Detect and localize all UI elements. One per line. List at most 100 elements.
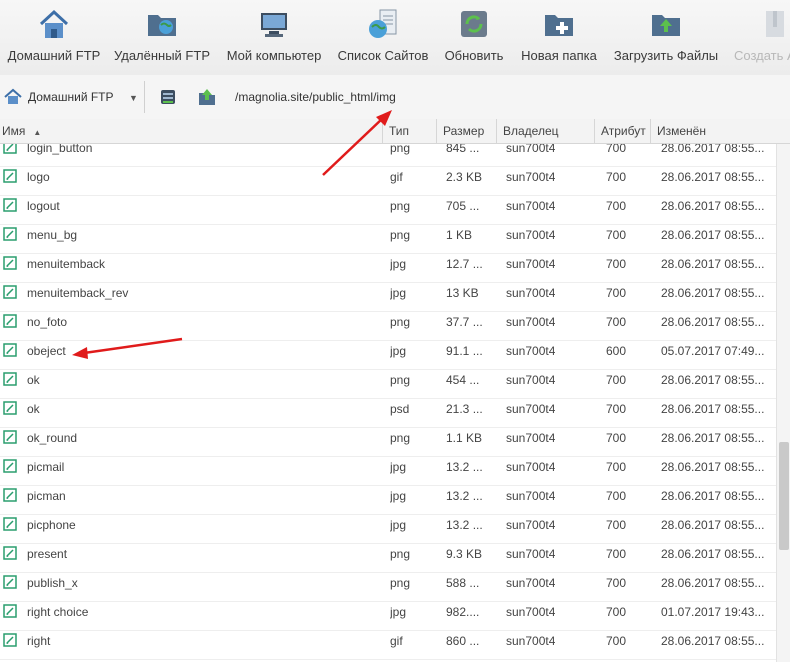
file-attr-cell: 700 [606,402,627,416]
my-computer-button[interactable]: Мой компьютер [218,0,330,75]
file-name: picphone [27,518,76,532]
file-name-cell: login_button [0,144,380,165]
remote-ftp-button[interactable]: Удалённый FTP [108,0,216,75]
file-type-cell: gif [390,634,403,648]
file-type-cell: jpg [390,344,407,358]
column-type[interactable]: Тип [382,119,436,143]
file-type-cell: jpg [390,286,407,300]
file-attr-cell: 700 [606,605,627,619]
file-size-cell: 1.1 KB [446,431,483,445]
file-owner-cell: sun700t4 [506,402,556,416]
scrollbar-thumb[interactable] [779,442,789,550]
path-bar: Домашний FTP ▼ /magnolia.site/public_htm… [0,75,790,120]
remote-ftp-label: Удалённый FTP [113,48,210,63]
upload-files-button[interactable]: Загрузить Файлы [608,0,724,75]
file-owner-cell: sun700t4 [506,431,556,445]
new-folder-button[interactable]: Новая папка [516,0,602,75]
file-name-cell: ok [0,398,380,426]
file-owner-cell: sun700t4 [506,144,556,155]
file-name: ok [27,402,40,416]
image-file-icon [3,517,17,531]
file-name: right [27,634,51,648]
file-name: publish_x [27,576,78,590]
file-modified-cell: 28.06.2017 08:55... [661,547,765,561]
server-icon[interactable] [158,87,178,107]
file-type-cell: png [390,228,411,242]
image-file-icon [3,343,17,357]
file-row[interactable]: picman jpg 13.2 ... sun700t4 700 28.06.2017 0… [0,485,776,515]
divider [144,81,145,113]
file-type-cell: jpg [390,605,407,619]
image-file-icon [3,604,17,618]
file-size-cell: 9.3 KB [446,547,483,561]
file-size-cell: 705 ... [446,199,480,213]
file-owner-cell: sun700t4 [506,286,556,300]
file-row[interactable]: logo gif 2.3 KB sun700t4 700 28.06.2017 08:55… [0,166,776,196]
file-row[interactable]: login_button png 845 ... sun700t4 700 28.06.2… [0,144,776,167]
column-owner-label: Владелец [503,124,559,138]
column-size[interactable]: Размер [436,119,496,143]
home-ftp-button[interactable]: Домашний FTP [0,0,108,75]
file-row[interactable]: picmail jpg 13.2 ... sun700t4 700 28.06.2017 … [0,456,776,486]
file-attr-cell: 700 [606,373,627,387]
file-owner-cell: sun700t4 [506,344,556,358]
file-attr-cell: 700 [606,228,627,242]
vertical-scrollbar[interactable] [776,144,790,662]
file-row[interactable]: ok psd 21.3 ... sun700t4 700 28.06.2017 08:55… [0,398,776,428]
file-row[interactable]: publish_x png 588 ... sun700t4 700 28.06.2017… [0,572,776,602]
file-row[interactable]: present png 9.3 KB sun700t4 700 28.06.2017 08… [0,543,776,573]
file-name-cell: right [0,630,380,658]
column-owner[interactable]: Владелец [496,119,594,143]
file-owner-cell: sun700t4 [506,373,556,387]
file-modified-cell: 28.06.2017 08:55... [661,170,765,184]
up-folder-icon[interactable] [197,87,217,107]
site-list-button[interactable]: Список Сайтов [333,0,433,75]
file-row[interactable]: obeject jpg 91.1 ... sun700t4 600 05.07.2017 … [0,340,776,370]
file-name-cell: picman [0,485,380,513]
file-row[interactable]: menu_bg png 1 KB sun700t4 700 28.06.2017 08:5… [0,224,776,254]
refresh-button[interactable]: Обновить [436,0,512,75]
column-size-label: Размер [443,124,485,138]
file-modified-cell: 28.06.2017 08:55... [661,489,765,503]
file-name-cell: publish_x [0,572,380,600]
file-attr-cell: 700 [606,170,627,184]
file-row[interactable]: menuitemback_rev jpg 13 KB sun700t4 700 28.06… [0,282,776,312]
file-size-cell: 91.1 ... [446,344,483,358]
file-owner-cell: sun700t4 [506,518,556,532]
file-size-cell: 13.2 ... [446,489,483,503]
current-path[interactable]: /magnolia.site/public_html/img [235,90,396,104]
file-name-cell: no_foto [0,311,380,339]
site-selector-label: Домашний FTP [28,90,114,104]
file-name-cell: picphone [0,514,380,542]
file-row[interactable]: menuitemback jpg 12.7 ... sun700t4 700 28.06.… [0,253,776,283]
column-attr[interactable]: Атрибут [594,119,650,143]
file-row[interactable]: ok png 454 ... sun700t4 700 28.06.2017 08:55.… [0,369,776,399]
image-file-icon [3,314,17,328]
file-modified-cell: 28.06.2017 08:55... [661,315,765,329]
column-name[interactable]: Имя ▲ [0,119,382,143]
refresh-icon [461,11,487,37]
file-row[interactable]: no_foto png 37.7 ... sun700t4 700 28.06.2017 … [0,311,776,341]
file-name-cell: right choice [0,601,380,629]
column-modified[interactable]: Изменён [650,119,790,143]
file-attr-cell: 700 [606,286,627,300]
file-modified-cell: 01.07.2017 19:43... [661,605,765,619]
file-row[interactable]: right gif 860 ... sun700t4 700 28.06.2017 08:… [0,630,776,660]
file-modified-cell: 28.06.2017 08:55... [661,634,765,648]
home-small-icon [4,88,22,104]
file-row[interactable]: ok_round png 1.1 KB sun700t4 700 28.06.2017 0… [0,427,776,457]
file-row[interactable]: right choice jpg 982.... sun700t4 700 01.07.2… [0,601,776,631]
new-folder-icon [545,15,573,36]
file-owner-cell: sun700t4 [506,228,556,242]
file-modified-cell: 05.07.2017 07:49... [661,344,765,358]
file-size-cell: 845 ... [446,144,480,155]
file-row[interactable]: logout png 705 ... sun700t4 700 28.06.2017 08… [0,195,776,225]
file-size-cell: 21.3 ... [446,402,483,416]
file-name: menuitemback [27,257,106,271]
file-row[interactable]: picphone jpg 13.2 ... sun700t4 700 28.06.2017… [0,514,776,544]
create-archive-button[interactable]: Создать А [730,0,790,75]
file-name: login_button [27,144,93,155]
file-owner-cell: sun700t4 [506,170,556,184]
chevron-down-icon: ▼ [129,93,138,103]
file-size-cell: 12.7 ... [446,257,483,271]
